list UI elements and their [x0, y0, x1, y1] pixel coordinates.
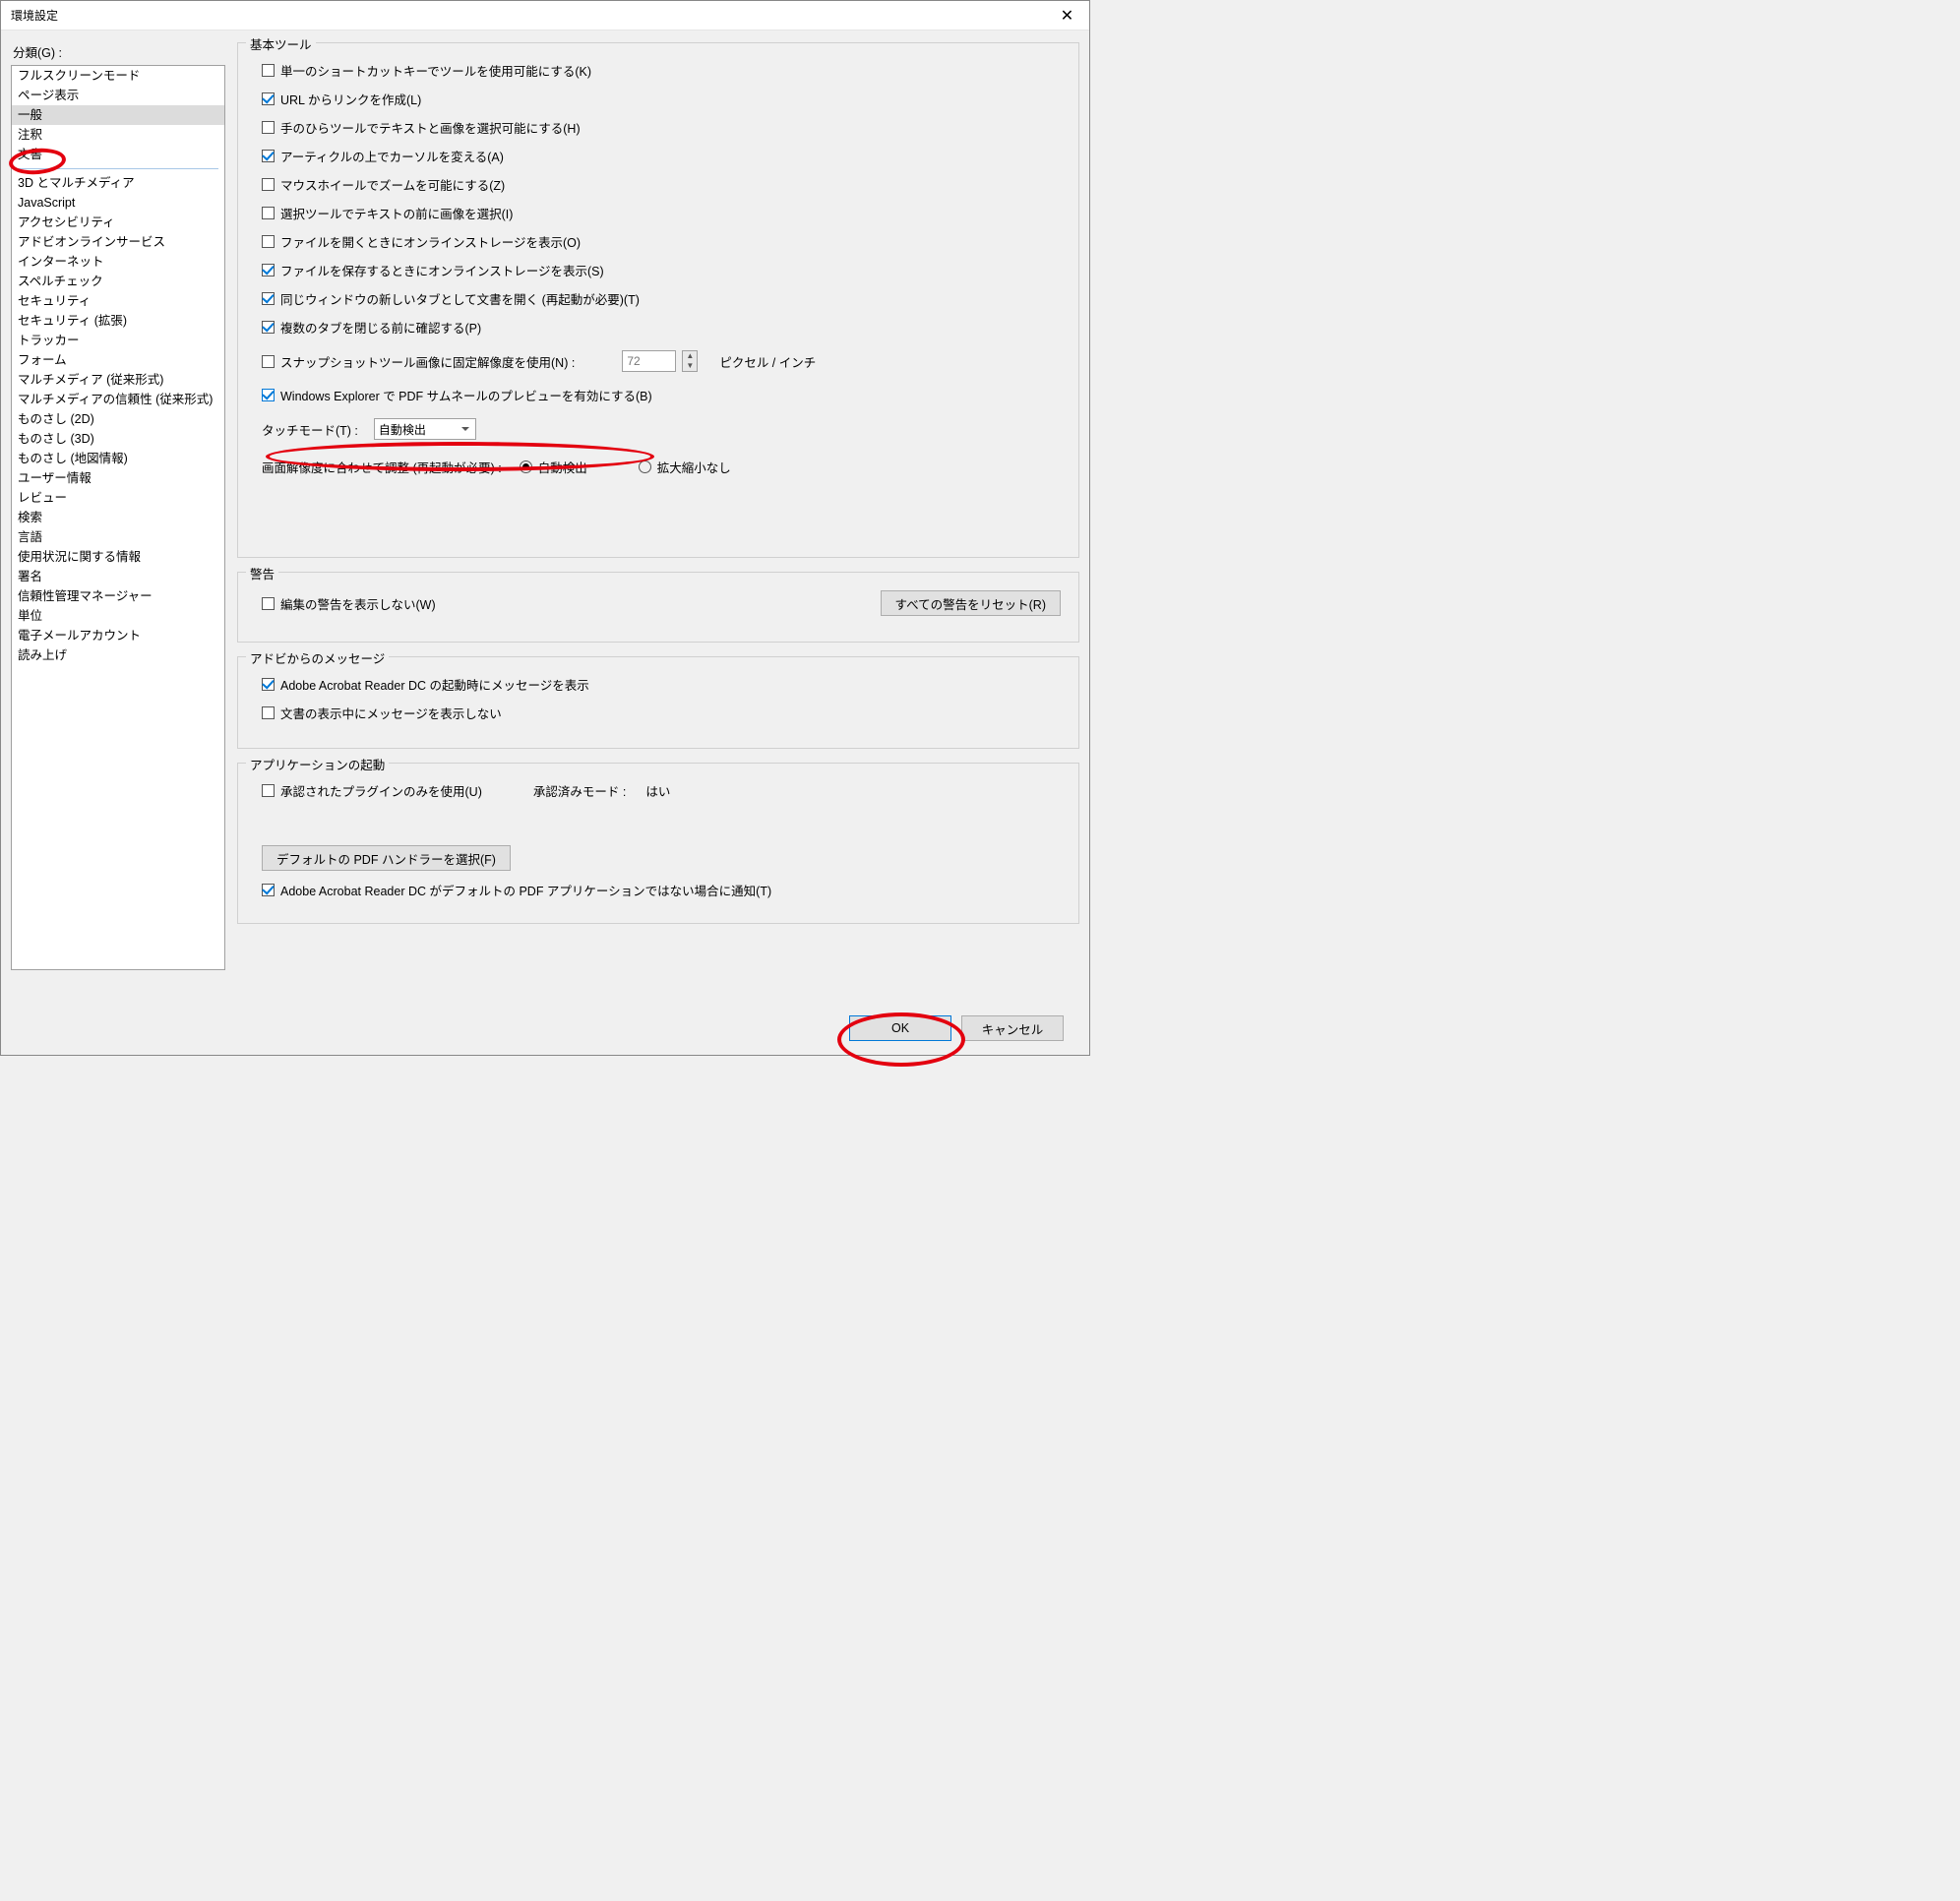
approved-mode-value: はい	[645, 781, 670, 800]
category-item[interactable]: マルチメディアの信頼性 (従来形式)	[12, 390, 224, 409]
label: 単一のショートカットキーでツールを使用可能にする(K)	[280, 61, 591, 80]
checkbox-certified-plugins[interactable]	[262, 784, 275, 797]
group-warnings: 警告 編集の警告を表示しない(W) すべての警告をリセット(R)	[237, 572, 1079, 643]
category-item[interactable]: アドビオンラインサービス	[12, 232, 224, 252]
category-item[interactable]: 文書	[12, 145, 224, 164]
category-item[interactable]: アクセシビリティ	[12, 213, 224, 232]
category-listbox[interactable]: フルスクリーンモードページ表示一般注釈文書 3D とマルチメディアJavaScri…	[11, 65, 225, 970]
category-item[interactable]: 使用状況に関する情報	[12, 547, 224, 567]
legend-warnings: 警告	[246, 564, 278, 583]
checkbox-save-online-storage[interactable]	[262, 264, 275, 276]
checkbox-hand-tool-select[interactable]	[262, 121, 275, 134]
category-item[interactable]: フォーム	[12, 350, 224, 370]
category-item[interactable]: トラッカー	[12, 331, 224, 350]
snapshot-unit-label: ピクセル / インチ	[719, 352, 816, 371]
category-item[interactable]: 信頼性管理マネージャー	[12, 586, 224, 606]
cancel-button[interactable]: キャンセル	[961, 1015, 1064, 1041]
ok-button[interactable]: OK	[849, 1015, 951, 1041]
label: 選択ツールでテキストの前に画像を選択(I)	[280, 204, 513, 222]
dialog-window: 環境設定 ✕ 分類(G) : フルスクリーンモードページ表示一般注釈文書 3D と…	[0, 0, 1090, 1056]
checkbox-explorer-thumbnails[interactable]	[262, 389, 275, 401]
radio-auto-detect[interactable]	[520, 460, 532, 473]
checkbox-article-cursor[interactable]	[262, 150, 275, 162]
client-area: 分類(G) : フルスクリーンモードページ表示一般注釈文書 3D とマルチメディア…	[1, 31, 1089, 1055]
category-item[interactable]: レビュー	[12, 488, 224, 508]
close-icon: ✕	[1061, 6, 1073, 26]
category-item[interactable]: マルチメディア (従来形式)	[12, 370, 224, 390]
snapshot-spin-buttons[interactable]: ▲▼	[682, 350, 698, 372]
checkbox-tab-open[interactable]	[262, 292, 275, 305]
label: 文書の表示中にメッセージを表示しない	[280, 704, 502, 722]
category-item[interactable]: ものさし (2D)	[12, 409, 224, 429]
touch-mode-value: 自動検出	[379, 421, 426, 438]
checkbox-notify-default[interactable]	[262, 884, 275, 896]
category-item[interactable]: セキュリティ	[12, 291, 224, 311]
label: マウスホイールでズームを可能にする(Z)	[280, 175, 505, 194]
checkbox-hide-doc-message[interactable]	[262, 706, 275, 719]
label: Adobe Acrobat Reader DC の起動時にメッセージを表示	[280, 675, 589, 694]
touch-mode-select[interactable]: 自動検出	[374, 418, 476, 440]
checkbox-confirm-close-tabs[interactable]	[262, 321, 275, 334]
category-item[interactable]: ユーザー情報	[12, 468, 224, 488]
category-item[interactable]: 単位	[12, 606, 224, 626]
group-startup: アプリケーションの起動 承認されたプラグインのみを使用(U) 承認済みモード :…	[237, 763, 1079, 924]
checkbox-hide-edit-warning[interactable]	[262, 597, 275, 610]
label: 手のひらツールでテキストと画像を選択可能にする(H)	[280, 118, 581, 137]
category-item[interactable]: ページ表示	[12, 86, 224, 105]
label: 複数のタブを閉じる前に確認する(P)	[280, 318, 481, 337]
reset-warnings-button[interactable]: すべての警告をリセット(R)	[881, 590, 1061, 616]
category-item[interactable]: 言語	[12, 527, 224, 547]
category-item[interactable]: 署名	[12, 567, 224, 586]
label: ファイルを保存するときにオンラインストレージを表示(S)	[280, 261, 604, 279]
touch-mode-label: タッチモード(T) :	[262, 420, 358, 439]
titlebar: 環境設定 ✕	[1, 1, 1089, 31]
category-item[interactable]: 電子メールアカウント	[12, 626, 224, 645]
label: スナップショットツール画像に固定解像度を使用(N) :	[280, 352, 575, 371]
label: 同じウィンドウの新しいタブとして文書を開く (再起動が必要)(T)	[280, 289, 640, 308]
checkbox-wheel-zoom[interactable]	[262, 178, 275, 191]
category-item[interactable]: ものさし (3D)	[12, 429, 224, 449]
snapshot-resolution-input[interactable]	[622, 350, 676, 372]
category-item[interactable]: セキュリティ (拡張)	[12, 311, 224, 331]
window-title: 環境設定	[11, 7, 58, 24]
legend-startup: アプリケーションの起動	[246, 755, 389, 773]
group-basic-tools: 基本ツール 単一のショートカットキーでツールを使用可能にする(K) URL から…	[237, 42, 1079, 558]
category-item[interactable]: 一般	[12, 105, 224, 125]
radio-no-scaling[interactable]	[639, 460, 651, 473]
checkbox-snapshot-resolution[interactable]	[262, 355, 275, 368]
label: 編集の警告を表示しない(W)	[280, 594, 436, 613]
radio-auto-label: 自動検出	[538, 458, 587, 476]
category-item[interactable]: 検索	[12, 508, 224, 527]
checkbox-startup-message[interactable]	[262, 678, 275, 691]
group-messages: アドビからのメッセージ Adobe Acrobat Reader DC の起動時…	[237, 656, 1079, 749]
category-item[interactable]: 3D とマルチメディア	[12, 173, 224, 193]
checkbox-single-shortcut[interactable]	[262, 64, 275, 77]
category-item[interactable]: フルスクリーンモード	[12, 66, 224, 86]
resolution-label: 画面解像度に合わせて調整 (再起動が必要) :	[262, 458, 502, 476]
checkbox-open-online-storage[interactable]	[262, 235, 275, 248]
label: Windows Explorer で PDF サムネールのプレビューを有効にする…	[280, 386, 652, 404]
checkbox-select-image-first[interactable]	[262, 207, 275, 219]
category-divider	[18, 168, 218, 169]
label: URL からリンクを作成(L)	[280, 90, 421, 108]
legend-messages: アドビからのメッセージ	[246, 648, 389, 667]
checkbox-url-links[interactable]	[262, 92, 275, 105]
category-item[interactable]: スペルチェック	[12, 272, 224, 291]
label: アーティクルの上でカーソルを変える(A)	[280, 147, 504, 165]
approved-mode-label: 承認済みモード :	[533, 781, 626, 800]
category-item[interactable]: JavaScript	[12, 193, 224, 213]
category-item[interactable]: インターネット	[12, 252, 224, 272]
label: Adobe Acrobat Reader DC がデフォルトの PDF アプリケ…	[280, 881, 771, 899]
default-pdf-handler-button[interactable]: デフォルトの PDF ハンドラーを選択(F)	[262, 845, 511, 871]
label: ファイルを開くときにオンラインストレージを表示(O)	[280, 232, 581, 251]
category-item[interactable]: 注釈	[12, 125, 224, 145]
legend-basic: 基本ツール	[246, 34, 316, 53]
close-button[interactable]: ✕	[1045, 1, 1089, 31]
radio-noscale-label: 拡大縮小なし	[657, 458, 731, 476]
category-item[interactable]: 読み上げ	[12, 645, 224, 665]
dialog-footer: OK キャンセル	[11, 1006, 1079, 1055]
label: 承認されたプラグインのみを使用(U)	[280, 781, 482, 800]
category-item[interactable]: ものさし (地図情報)	[12, 449, 224, 468]
category-label: 分類(G) :	[13, 42, 225, 61]
